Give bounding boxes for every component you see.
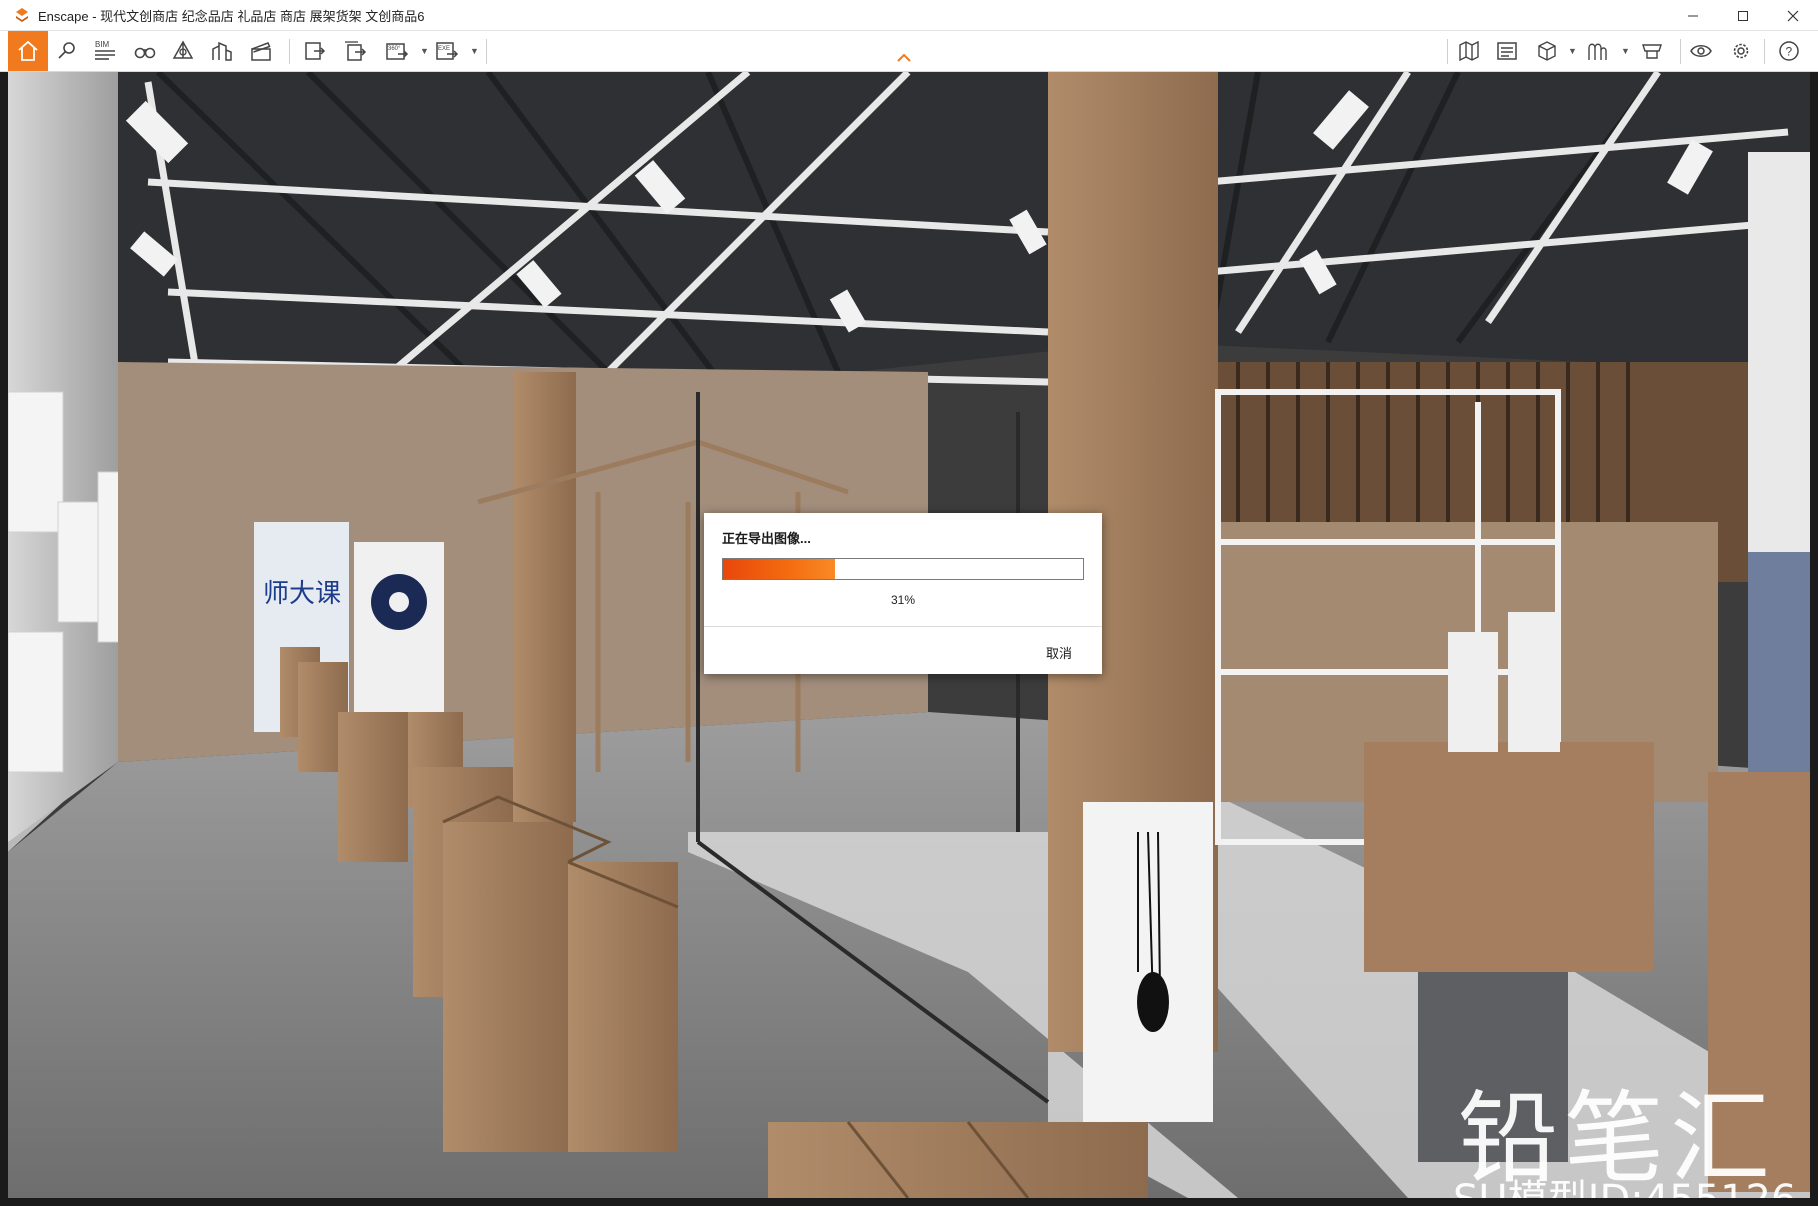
export-exe-button[interactable]: EXE — [430, 35, 464, 67]
close-icon[interactable] — [1768, 0, 1818, 31]
dialog-title: 正在导出图像... — [722, 531, 811, 546]
svg-text:BIM: BIM — [95, 40, 110, 49]
export-image-icon — [305, 42, 326, 60]
cube-view-button[interactable] — [1530, 35, 1564, 67]
pin-camera-button[interactable] — [50, 35, 84, 67]
collaboration-icon — [1642, 44, 1662, 59]
export-progress-dialog: 正在导出图像... 31% 取消 — [704, 513, 1102, 674]
collapse-toolbar-icon[interactable] — [895, 52, 913, 64]
dialog-divider — [704, 626, 1102, 627]
progress-percent: 31% — [890, 593, 916, 607]
svg-text:EXE: EXE — [438, 46, 450, 52]
enscape-logo-icon — [16, 8, 28, 22]
binoculars-icon — [134, 47, 156, 59]
buildings-icon — [212, 41, 232, 61]
perspective-icon — [172, 40, 194, 59]
clapperboard-icon — [251, 42, 271, 61]
visibility-button[interactable] — [1684, 35, 1718, 67]
pin-camera-icon — [58, 42, 75, 59]
home-button[interactable] — [8, 31, 48, 71]
materials-button[interactable] — [1580, 35, 1614, 67]
watermark-model-id: SU模型ID:455126 — [1453, 1167, 1796, 1198]
toolbar-separator — [289, 39, 290, 64]
export-progress-bar — [722, 558, 1084, 580]
asset-library-icon — [1497, 42, 1517, 60]
perspective-button[interactable] — [166, 35, 200, 67]
asset-library-button[interactable] — [1490, 35, 1524, 67]
export-360-icon: 360° — [386, 43, 409, 60]
settings-button[interactable] — [1724, 35, 1758, 67]
visibility-icon — [1690, 45, 1712, 57]
export-image-button[interactable] — [298, 35, 332, 67]
maximize-icon[interactable] — [1718, 0, 1768, 31]
cube-view-icon — [1538, 41, 1556, 61]
toolbar-separator — [1447, 39, 1448, 64]
help-icon: ? — [1779, 41, 1799, 61]
settings-icon — [1733, 43, 1749, 59]
toolbar-separator — [486, 39, 487, 64]
map-button[interactable] — [1452, 35, 1486, 67]
title-bar: Enscape - 现代文创商店 纪念品店 礼品店 商店 展架货架 文创商品6 — [0, 0, 1818, 31]
video-editor-button[interactable] — [244, 35, 278, 67]
svg-text:360°: 360° — [388, 46, 401, 52]
toolbar-separator — [1680, 39, 1681, 64]
bim-icon: BIM — [95, 40, 115, 60]
home-icon — [18, 40, 38, 61]
svg-text:?: ? — [1786, 45, 1793, 59]
minimize-icon[interactable] — [1668, 0, 1718, 31]
svg-text:师大课: 师大课 — [263, 579, 341, 609]
progress-fill — [723, 559, 835, 579]
chevron-down-icon[interactable]: ▼ — [420, 46, 429, 56]
window-title: Enscape - 现代文创商店 纪念品店 礼品店 商店 展架货架 文创商品6 — [38, 8, 425, 24]
bim-button[interactable]: BIM — [88, 35, 122, 67]
toolbar-separator — [1764, 39, 1765, 64]
collaboration-button[interactable] — [1635, 35, 1669, 67]
help-button[interactable]: ? — [1772, 35, 1806, 67]
binoculars-button[interactable] — [128, 35, 162, 67]
chevron-down-icon[interactable]: ▼ — [1568, 46, 1577, 56]
materials-icon — [1588, 43, 1607, 60]
chevron-down-icon[interactable]: ▼ — [1621, 46, 1630, 56]
export-360-button[interactable]: 360° — [380, 35, 414, 67]
chevron-down-icon[interactable]: ▼ — [470, 46, 479, 56]
batch-export-icon — [345, 41, 367, 61]
export-exe-icon: EXE — [436, 42, 459, 60]
map-icon — [1459, 40, 1479, 62]
cancel-button[interactable]: 取消 — [1046, 643, 1072, 662]
batch-export-button[interactable] — [338, 35, 372, 67]
buildings-button[interactable] — [205, 35, 239, 67]
